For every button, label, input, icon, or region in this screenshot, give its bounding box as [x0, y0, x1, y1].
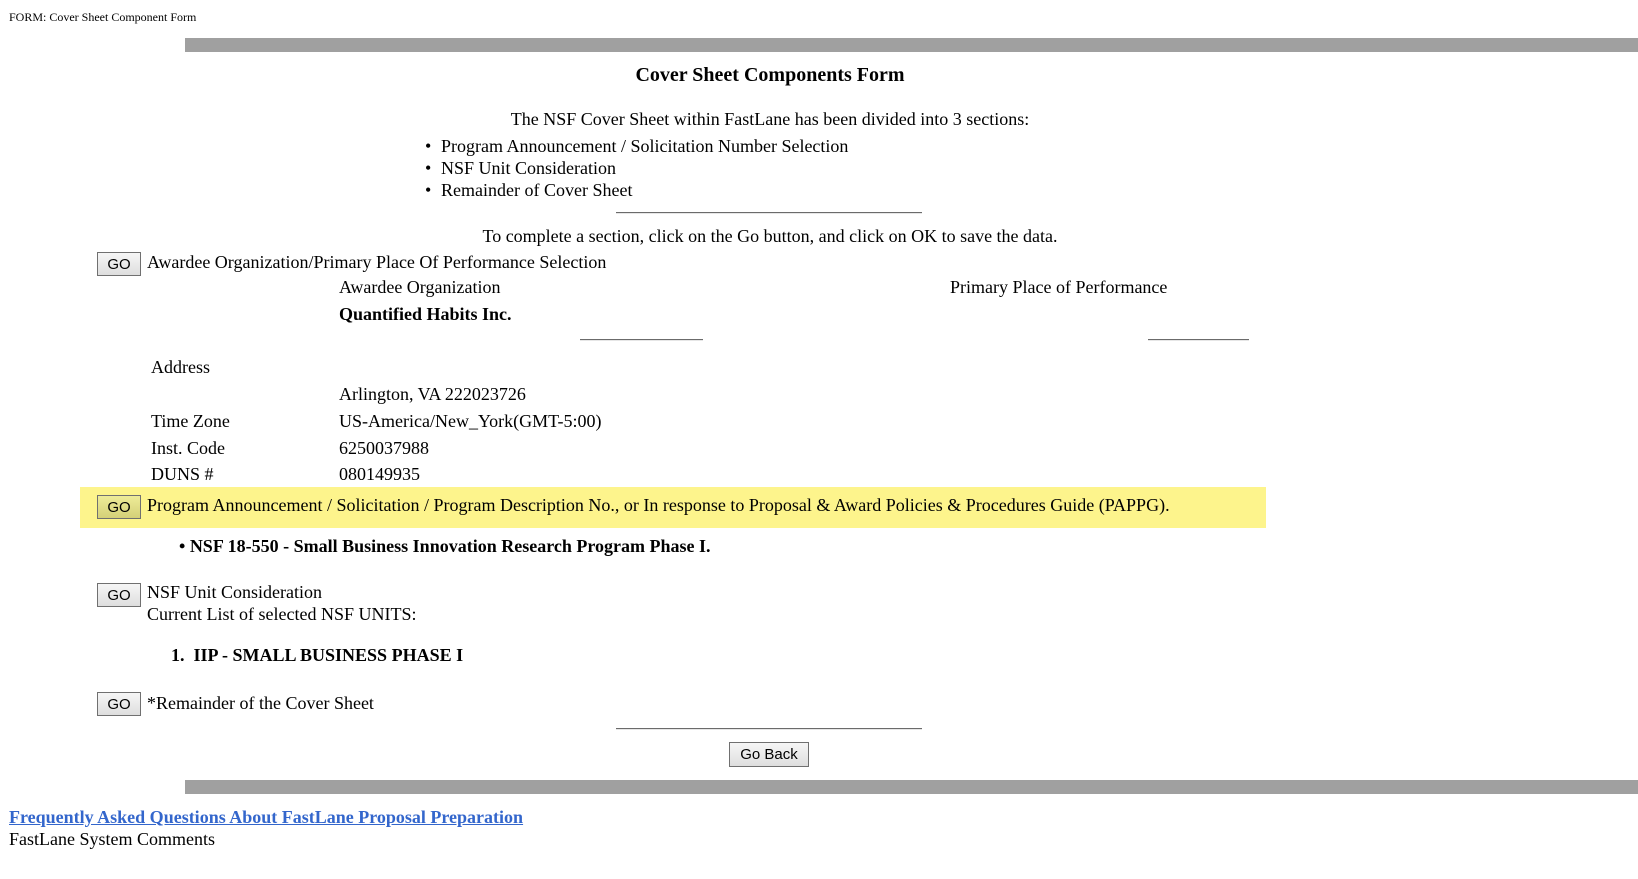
- go-button-program[interactable]: GO: [97, 495, 141, 519]
- awardee-org-heading: Awardee Organization: [339, 277, 501, 297]
- divider: [580, 339, 703, 341]
- duns-label: DUNS #: [151, 464, 214, 484]
- awardee-org-name: Quantified Habits Inc.: [339, 304, 512, 324]
- time-zone-label: Time Zone: [151, 411, 230, 431]
- top-divider-bar: [185, 38, 1638, 52]
- selected-program: • NSF 18-550 - Small Business Innovation…: [179, 536, 711, 557]
- go-button-remainder[interactable]: GO: [97, 692, 141, 716]
- selected-program-text: NSF 18-550 - Small Business Innovation R…: [189, 536, 711, 556]
- address-label: Address: [151, 357, 210, 377]
- sections-list-item: Remainder of Cover Sheet: [425, 179, 848, 201]
- sections-list-item: Program Announcement / Solicitation Numb…: [425, 135, 848, 157]
- duns-value: 080149935: [339, 464, 420, 484]
- time-zone-value: US-America/New_York(GMT-5:00): [339, 411, 602, 431]
- inst-code-value: 6250037988: [339, 438, 429, 458]
- program-section-label: Program Announcement / Solicitation / Pr…: [147, 495, 1170, 515]
- instructions-text: To complete a section, click on the Go b…: [482, 226, 1058, 246]
- remainder-section-label: *Remainder of the Cover Sheet: [147, 693, 374, 713]
- unit-section-sublabel: Current List of selected NSF UNITS:: [147, 604, 417, 624]
- form-title-label: FORM: Cover Sheet Component Form: [9, 10, 197, 24]
- sections-list: Program Announcement / Solicitation Numb…: [425, 135, 848, 201]
- unit-section-label: NSF Unit Consideration: [147, 582, 323, 602]
- unit-number: 1.: [171, 645, 194, 665]
- go-button-unit[interactable]: GO: [97, 583, 141, 607]
- page-title: Cover Sheet Components Form: [635, 64, 905, 86]
- divider: [1148, 339, 1249, 341]
- unit-list-item: 1. IIP - SMALL BUSINESS PHASE I: [171, 645, 463, 666]
- intro-text: The NSF Cover Sheet within FastLane has …: [510, 109, 1030, 129]
- go-back-button[interactable]: Go Back: [729, 742, 809, 767]
- divider: [616, 728, 922, 730]
- divider: [616, 212, 922, 214]
- bullet: •: [179, 536, 190, 556]
- bottom-divider-bar: [185, 780, 1638, 794]
- sections-list-item: NSF Unit Consideration: [425, 157, 848, 179]
- awardee-section-label: Awardee Organization/Primary Place Of Pe…: [147, 252, 607, 272]
- faq-link[interactable]: Frequently Asked Questions About FastLan…: [9, 807, 523, 828]
- primary-place-heading: Primary Place of Performance: [950, 277, 1168, 297]
- address-value: Arlington, VA 222023726: [339, 384, 526, 404]
- system-comments-label: FastLane System Comments: [9, 829, 215, 849]
- unit-name: IIP - SMALL BUSINESS PHASE I: [193, 645, 464, 665]
- inst-code-label: Inst. Code: [151, 438, 225, 458]
- go-button-awardee[interactable]: GO: [97, 252, 141, 276]
